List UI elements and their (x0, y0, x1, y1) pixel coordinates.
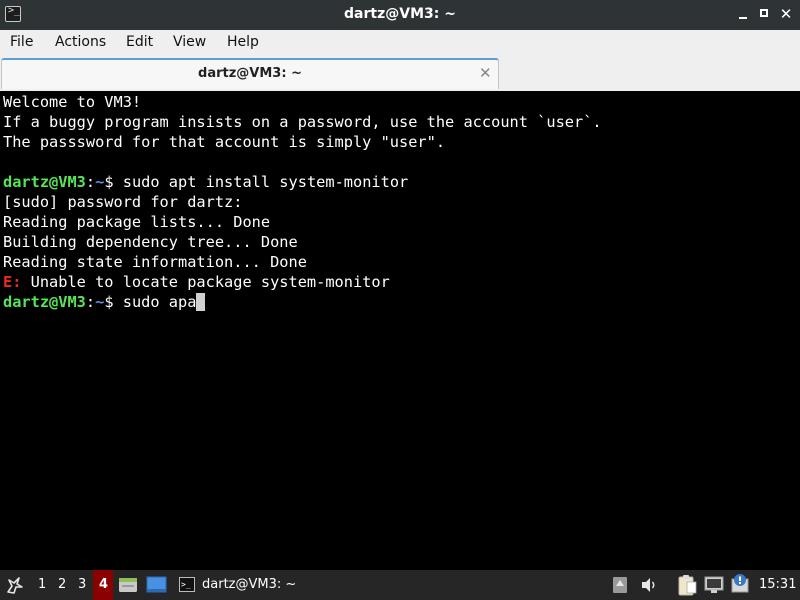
error-text: Unable to locate package system-monitor (21, 273, 390, 291)
terminal-output[interactable]: Welcome to VM3! If a buggy program insis… (0, 91, 800, 570)
workspace-4-active[interactable]: 4 (93, 570, 113, 600)
active-command-line[interactable]: dartz@VM3:~$ sudo apa (3, 292, 206, 312)
workspace-3[interactable]: 3 (78, 577, 86, 592)
clock[interactable]: 15:31 (759, 577, 796, 592)
prompt-user: dartz@VM3 (3, 293, 86, 311)
prompt-symbol: $ (104, 293, 123, 311)
prompt-separator: : (85, 173, 96, 191)
terminal-line: Reading package lists... Done (3, 213, 271, 231)
task-label: dartz@VM3: ~ (202, 577, 297, 592)
window-titlebar[interactable]: >_ dartz@VM3: ~ ✕ (0, 0, 800, 30)
menu-edit[interactable]: Edit (126, 34, 153, 50)
menu-view[interactable]: View (173, 34, 206, 50)
terminal-icon: >_ (179, 577, 195, 592)
current-input: sudo apa (122, 293, 197, 311)
error-label: E: (3, 273, 22, 291)
minimize-button[interactable] (735, 6, 751, 22)
tab-label: dartz@VM3: ~ (198, 66, 302, 81)
window-title: dartz@VM3: ~ (344, 6, 456, 22)
menu-actions[interactable]: Actions (55, 34, 106, 50)
command-line: dartz@VM3:~$ sudo apt install system-mon… (3, 172, 408, 192)
volume-icon[interactable] (639, 575, 659, 595)
menu-help[interactable]: Help (227, 34, 259, 50)
prompt-user: dartz@VM3 (3, 173, 86, 191)
terminal-line: Building dependency tree... Done (3, 233, 298, 251)
tab-close-icon[interactable]: ✕ (479, 64, 492, 82)
maximize-button[interactable] (757, 6, 773, 22)
terminal-line: If a buggy program insists on a password… (3, 113, 602, 131)
menu-bar: File Actions Edit View Help (0, 30, 800, 56)
network-icon[interactable] (703, 575, 725, 595)
prompt-path: ~ (95, 173, 105, 191)
file-manager-icon[interactable] (118, 575, 138, 595)
terminal-line: Welcome to VM3! (3, 93, 142, 111)
terminal-tab[interactable]: dartz@VM3: ~ ✕ (1, 58, 499, 89)
prompt-separator: : (85, 293, 96, 311)
update-notifier-icon[interactable] (729, 573, 751, 595)
prompt-path: ~ (95, 293, 105, 311)
prompt-symbol: $ (104, 173, 123, 191)
workspace-1[interactable]: 1 (38, 577, 46, 592)
command-text: sudo apt install system-monitor (122, 173, 409, 191)
taskbar: 1 2 3 4 >_ dartz@VM3: ~ 15:31 (0, 570, 800, 600)
menu-file[interactable]: File (10, 34, 33, 50)
workspace-2[interactable]: 2 (58, 577, 66, 592)
taskbar-terminal-button[interactable]: >_ dartz@VM3: ~ (176, 572, 300, 598)
text-cursor (196, 293, 206, 311)
clipboard-icon[interactable] (676, 573, 698, 597)
close-button[interactable]: ✕ (778, 6, 794, 22)
error-line: E: Unable to locate package system-monit… (3, 272, 390, 292)
show-desktop-icon[interactable] (146, 575, 167, 595)
terminal-line: The passsword for that account is simply… (3, 133, 446, 151)
terminal-line: Reading state information... Done (3, 253, 307, 271)
storage-icon[interactable] (611, 575, 629, 595)
terminal-line: [sudo] password for dartz: (3, 193, 243, 211)
start-menu-icon[interactable] (4, 574, 26, 596)
tab-bar: dartz@VM3: ~ ✕ (0, 56, 800, 92)
